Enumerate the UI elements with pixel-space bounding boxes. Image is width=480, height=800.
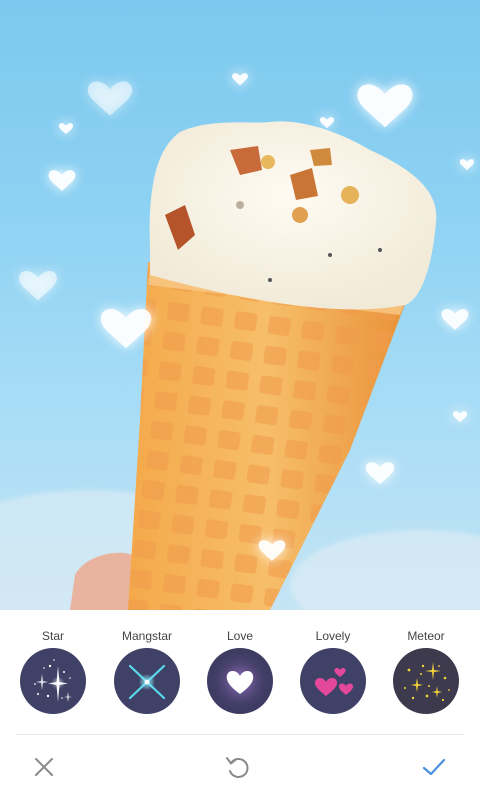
meteor-sparkle-icon [393, 648, 459, 714]
heart-icon [207, 648, 273, 714]
effects-panel: Star Mangstar Love Lovely Meteor [0, 610, 480, 800]
effects-list: Star Mangstar Love Lovely Meteor [0, 624, 480, 734]
effect-meteor[interactable]: Meteor [386, 624, 466, 734]
effect-label: Meteor [407, 629, 445, 643]
ice-cream-photo [0, 73, 480, 610]
close-icon [35, 758, 53, 776]
effect-label: Love [226, 629, 254, 643]
reset-button[interactable] [222, 751, 254, 783]
effect-label: Star [41, 629, 64, 643]
hearts-icon [300, 648, 366, 714]
effect-mangstar[interactable]: Mangstar [107, 624, 187, 734]
effect-love[interactable]: Love [200, 624, 280, 734]
confirm-button[interactable] [418, 751, 450, 783]
cancel-button[interactable] [28, 751, 60, 783]
effect-star[interactable]: Star [13, 624, 93, 734]
effect-label: Lovely [315, 629, 351, 643]
check-icon [422, 758, 446, 776]
bottom-toolbar [0, 735, 480, 800]
effect-label: Mangstar [121, 629, 173, 643]
sparkle-star-icon [20, 648, 86, 714]
cross-star-icon [114, 648, 180, 714]
effect-lovely[interactable]: Lovely [293, 624, 373, 734]
photo-preview [0, 0, 480, 610]
undo-icon [226, 757, 249, 778]
